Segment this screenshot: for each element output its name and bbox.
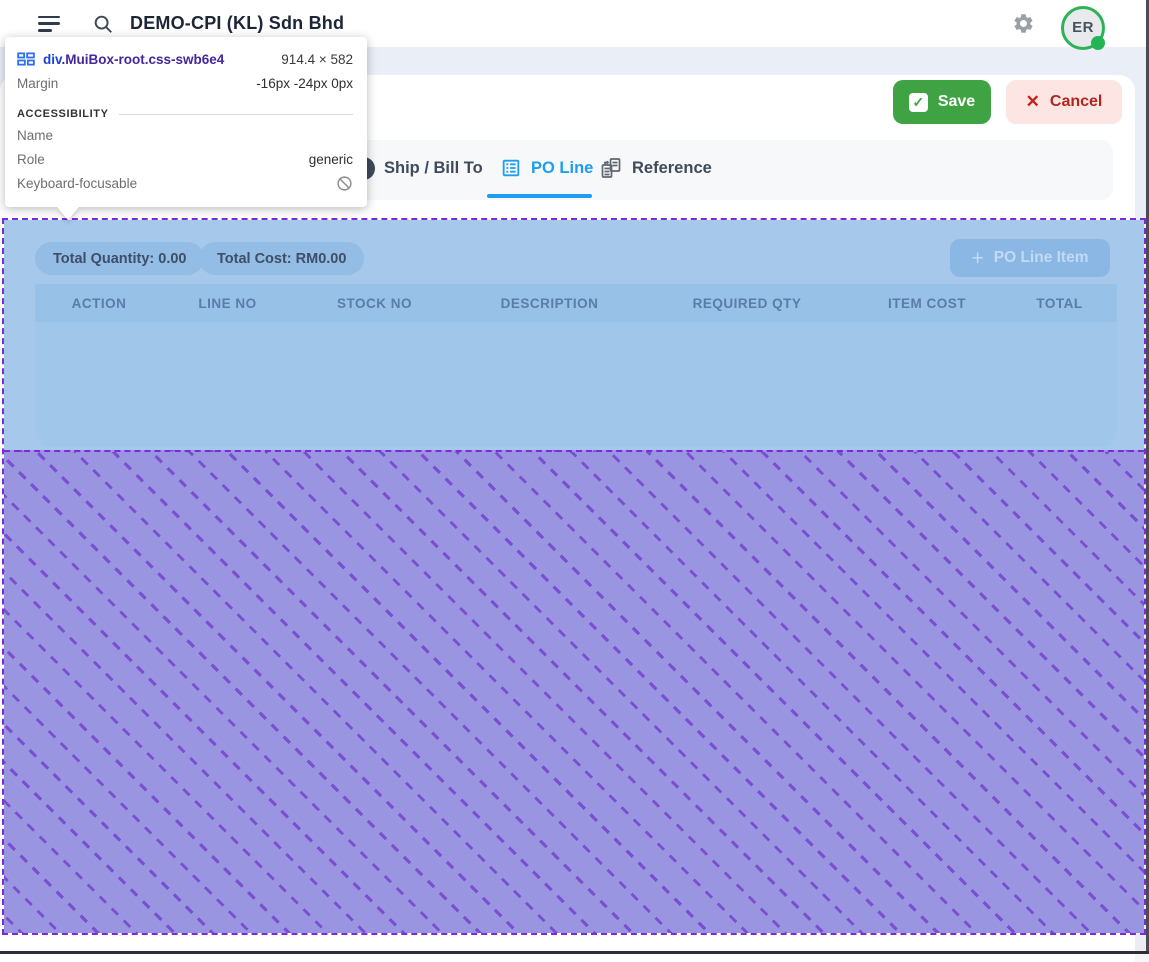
total-quantity-chip: Total Quantity: 0.00 <box>35 242 204 275</box>
col-required-qty: REQUIRED QTY <box>642 296 852 311</box>
margin-value: -16px -24px 0px <box>256 76 353 91</box>
devtools-inspect-tooltip: div.MuiBox-root.css-swb6e4 914.4 × 582 M… <box>5 37 367 207</box>
col-line-no: LINE NO <box>163 296 292 311</box>
total-cost-chip: Total Cost: RM0.00 <box>199 242 364 275</box>
margin-label: Margin <box>17 76 58 91</box>
inspected-selector: div.MuiBox-root.css-swb6e4 <box>43 52 224 67</box>
cancel-button[interactable]: ✕ Cancel <box>1006 80 1122 124</box>
col-description: DESCRIPTION <box>457 296 642 311</box>
po-line-table-empty-body <box>35 322 1117 447</box>
tab-ship-bill-to[interactable]: Ship / Bill To <box>352 155 483 181</box>
element-badge-icon <box>17 52 35 66</box>
window-bottom-edge <box>0 951 1149 954</box>
save-button[interactable]: ✓ Save <box>893 80 991 124</box>
section-divider <box>119 114 353 115</box>
add-po-line-item-button[interactable]: + PO Line Item <box>950 239 1110 277</box>
plus-icon: + <box>971 248 983 269</box>
save-check-icon: ✓ <box>909 93 928 112</box>
tab-po-line-label: PO Line <box>531 159 593 178</box>
a11y-role-label: Role <box>17 152 45 167</box>
settings-gear-icon[interactable] <box>1012 12 1035 35</box>
company-title: DEMO-CPI (KL) Sdn Bhd <box>130 13 344 34</box>
menu-icon[interactable] <box>38 16 60 32</box>
user-avatar[interactable]: ER <box>1061 6 1105 50</box>
col-item-cost: ITEM COST <box>852 296 1002 311</box>
col-stock-no: STOCK NO <box>292 296 457 311</box>
tooltip-pointer-arrow <box>57 207 79 220</box>
online-status-dot <box>1091 36 1105 50</box>
element-dimensions: 914.4 × 582 <box>281 52 353 67</box>
tab-po-line[interactable]: PO Line <box>500 155 593 181</box>
po-line-list-icon <box>500 157 522 179</box>
tab-ship-bill-to-label: Ship / Bill To <box>384 159 483 178</box>
avatar-initials: ER <box>1072 19 1094 36</box>
active-tab-indicator <box>487 194 592 198</box>
not-focusable-icon <box>336 175 353 192</box>
a11y-keyboard-label: Keyboard-focusable <box>17 176 137 191</box>
po-line-table: ACTION LINE NO STOCK NO DESCRIPTION REQU… <box>35 284 1117 447</box>
tab-reference-label: Reference <box>632 159 712 178</box>
devtools-margin-highlight <box>4 450 1144 933</box>
search-icon[interactable] <box>92 13 114 35</box>
po-line-table-header: ACTION LINE NO STOCK NO DESCRIPTION REQU… <box>35 284 1117 322</box>
a11y-role-value: generic <box>309 152 353 167</box>
accessibility-section-title: ACCESSIBILITY <box>17 108 109 120</box>
cancel-button-label: Cancel <box>1050 93 1102 111</box>
cancel-x-icon: ✕ <box>1026 92 1040 112</box>
save-button-label: Save <box>938 93 975 111</box>
add-po-line-item-label: PO Line Item <box>994 249 1089 267</box>
devtools-highlight-overlay: Total Quantity: 0.00 Total Cost: RM0.00 … <box>2 218 1146 935</box>
col-action: ACTION <box>35 296 163 311</box>
devtools-content-highlight: Total Quantity: 0.00 Total Cost: RM0.00 … <box>4 220 1144 450</box>
a11y-name-label: Name <box>17 128 53 143</box>
col-total: TOTAL <box>1002 296 1117 311</box>
reference-documents-icon <box>599 156 623 180</box>
tab-reference[interactable]: Reference <box>599 155 712 181</box>
